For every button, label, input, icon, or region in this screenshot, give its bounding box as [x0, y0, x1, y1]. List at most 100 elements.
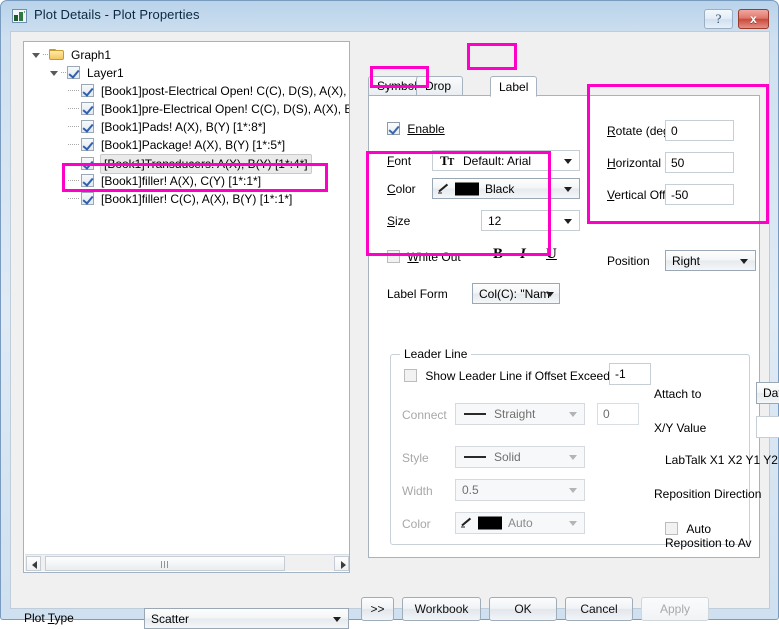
plot-type-label-post: ype: [54, 611, 73, 625]
chevron-down-icon: [569, 412, 577, 417]
italic-button[interactable]: I: [520, 246, 526, 263]
close-button[interactable]: x: [738, 9, 769, 29]
style-value: Solid: [494, 450, 521, 464]
tree-connector: [68, 139, 81, 149]
pen-icon: [438, 182, 451, 195]
tree-item-checkbox[interactable]: [81, 102, 94, 115]
tree-row[interactable]: [Book1]Pads! A(X), B(Y) [1*:8*]: [24, 118, 349, 136]
leader-color-value: Auto: [508, 516, 533, 530]
enable-checkbox[interactable]: [387, 122, 400, 135]
horizontal-offset-value: 50: [671, 156, 684, 170]
auto-reposition-checkbox[interactable]: [665, 522, 678, 535]
tree-row[interactable]: [Book1]post-Electrical Open! C(C), D(S),…: [24, 82, 349, 100]
label-form-value: Col(C): "Nam: [479, 287, 550, 301]
position-label: Position: [607, 254, 650, 268]
tab-drop-lines[interactable]: Drop Lines: [416, 76, 463, 96]
connect-label: Connect: [402, 408, 447, 422]
plot-type-label: Plot Type: [24, 611, 74, 625]
scroll-right-icon[interactable]: [334, 556, 349, 571]
show-leader-line-row[interactable]: Show Leader Line if Offset Exceeds (%): [404, 367, 638, 383]
screenshot-root: Plot Details - Plot Properties ? x Graph…: [0, 0, 779, 620]
xy-value-input[interactable]: [756, 416, 779, 438]
color-select[interactable]: Black: [432, 178, 580, 199]
reposition-direction-label: Reposition Direction: [654, 487, 761, 501]
style-label: Style: [402, 451, 429, 465]
rotate-input[interactable]: 0: [665, 120, 734, 141]
style-select[interactable]: Solid: [455, 446, 585, 468]
cancel-button[interactable]: Cancel: [565, 597, 633, 621]
chevron-down-icon: [564, 159, 572, 164]
straight-line-icon: [464, 413, 486, 415]
tree-row[interactable]: Graph1: [24, 46, 349, 64]
tree-connector: [68, 158, 81, 168]
label-form-label: Label Form: [387, 287, 448, 301]
tree-expander-icon[interactable]: [32, 51, 41, 60]
plot-tree-panel[interactable]: Graph1Layer1[Book1]post-Electrical Open!…: [23, 41, 350, 573]
apply-button[interactable]: Apply: [641, 597, 709, 621]
workbook-button[interactable]: Workbook: [402, 597, 481, 621]
horizontal-offset-input[interactable]: 50: [665, 152, 734, 173]
enable-checkbox-row[interactable]: Enable: [387, 120, 445, 136]
position-value: Right: [672, 254, 700, 268]
width-value: 0.5: [462, 483, 479, 497]
tree-row[interactable]: [Book1]Package! A(X), B(Y) [1*:5*]: [24, 136, 349, 154]
plot-type-select[interactable]: Scatter: [144, 608, 349, 629]
expand-button[interactable]: >>: [361, 597, 394, 621]
tree-item-checkbox[interactable]: [81, 138, 94, 151]
vertical-offset-input[interactable]: -50: [665, 184, 734, 205]
show-leader-line-checkbox[interactable]: [404, 369, 417, 382]
pen-icon: [461, 517, 474, 530]
font-tt-icon: TT: [440, 153, 453, 169]
tree-item-label: [Book1]post-Electrical Open! C(C), D(S),…: [100, 82, 350, 100]
white-out-checkbox[interactable]: [387, 250, 400, 263]
scroll-thumb[interactable]: [45, 556, 285, 571]
size-select[interactable]: 12: [481, 210, 580, 231]
properties-tab-area: Symbol Drop Lines Label Enable Font: [368, 76, 760, 558]
tree-row[interactable]: [Book1]filler! A(X), C(Y) [1*:1*]: [24, 172, 349, 190]
bold-button[interactable]: B: [493, 246, 503, 263]
attach-to-label: Attach to: [654, 387, 701, 401]
window-title: Plot Details - Plot Properties: [34, 7, 200, 22]
underline-button[interactable]: U: [546, 246, 557, 263]
tree-item-checkbox[interactable]: [81, 174, 94, 187]
auto-reposition-row[interactable]: Auto Reposition to Av: [665, 520, 759, 550]
position-select[interactable]: Right: [665, 250, 756, 271]
tree-row[interactable]: Layer1: [24, 64, 349, 82]
tree-item-checkbox[interactable]: [81, 157, 94, 170]
tree-item-checkbox[interactable]: [81, 192, 94, 205]
connect-extra-value: 0: [603, 407, 610, 421]
tree-item-checkbox[interactable]: [67, 66, 80, 79]
connect-extra-input[interactable]: 0: [597, 403, 639, 425]
chevron-down-icon: [569, 488, 577, 493]
tree-connector: [68, 103, 81, 113]
chevron-down-icon: [569, 455, 577, 460]
tree-row[interactable]: [Book1]filler! C(C), A(X), B(Y) [1*:1*]: [24, 190, 349, 208]
tree-row-selected[interactable]: [Book1]Transducers! A(X), B(Y) [1*:4*]: [24, 154, 349, 172]
color-swatch: [455, 182, 479, 195]
window-title-bar: Plot Details - Plot Properties ? x: [1, 1, 778, 31]
plot-type-value: Scatter: [151, 612, 189, 626]
tab-label[interactable]: Label: [490, 76, 537, 97]
scroll-left-icon[interactable]: [26, 556, 41, 571]
label-form-select[interactable]: Col(C): "Nam: [472, 283, 560, 304]
white-out-row[interactable]: White Out: [387, 248, 461, 264]
font-label: Font: [387, 154, 411, 168]
tree-horizontal-scrollbar[interactable]: [25, 554, 350, 571]
leader-color-select[interactable]: Auto: [455, 512, 585, 534]
ok-button[interactable]: OK: [489, 597, 557, 621]
connect-select[interactable]: Straight: [455, 403, 585, 425]
help-button[interactable]: ?: [704, 9, 733, 29]
tree-expander-icon[interactable]: [50, 69, 59, 78]
leader-line-group-label: Leader Line: [400, 347, 471, 361]
leader-line-offset-input[interactable]: -1: [609, 363, 651, 385]
tree-item-label: [Book1]filler! A(X), C(Y) [1*:1*]: [100, 172, 262, 190]
size-value: 12: [488, 214, 501, 228]
attach-to-select[interactable]: Data: [756, 382, 779, 404]
tree-item-checkbox[interactable]: [81, 120, 94, 133]
font-value: Default: Arial: [463, 154, 531, 168]
tree-row[interactable]: [Book1]pre-Electrical Open! C(C), D(S), …: [24, 100, 349, 118]
font-select[interactable]: TT Default: Arial: [432, 150, 580, 171]
tree-item-label: [Book1]filler! C(C), A(X), B(Y) [1*:1*]: [100, 190, 293, 208]
tree-item-checkbox[interactable]: [81, 84, 94, 97]
width-select[interactable]: 0.5: [455, 479, 585, 501]
